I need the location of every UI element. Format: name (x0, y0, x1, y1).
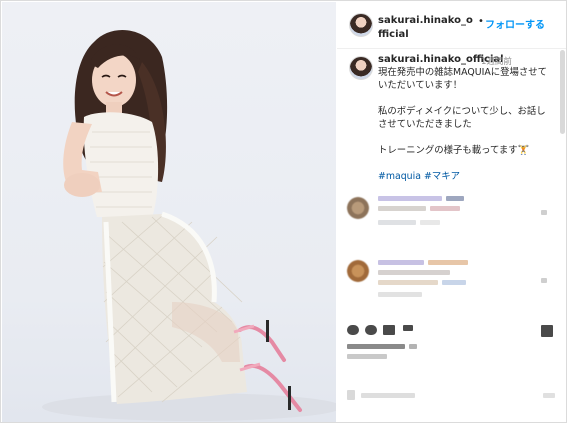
caption-text: 現在発売中の雑誌MAQUIAに登場させていただいています！ 私のボディメイクにつ… (378, 66, 550, 170)
caption-line-1: 現在発売中の雑誌MAQUIAに登場させていただいています！ (378, 67, 548, 91)
profile-avatar[interactable] (349, 13, 373, 37)
hashtag-link[interactable]: #マキア (424, 171, 460, 182)
post-header: sakurai.hinako_official • フォローする (337, 2, 566, 49)
caption-line-3: トレーニングの様子も載ってます🏋 (378, 145, 530, 156)
photo-illustration (42, 29, 336, 421)
header-separator: • (478, 16, 484, 27)
commenter-avatar (347, 260, 369, 282)
hashtag-link[interactable]: #maquia (378, 171, 421, 182)
blurred-comments (337, 192, 566, 422)
blurred-like-icon (541, 210, 547, 215)
blurred-like-icon (541, 278, 547, 283)
caption-avatar[interactable] (349, 56, 373, 80)
follow-button[interactable]: フォローする (485, 16, 545, 31)
header-username[interactable]: sakurai.hinako_official (378, 14, 476, 42)
caption-hashtags: #maquia #マキア (378, 168, 460, 182)
instagram-post-embed: sakurai.hinako_official • フォローする sakurai… (0, 0, 567, 423)
caption-line-2: 私のボディメイクについて少し、お話しさせていただきました (378, 106, 546, 130)
post-photo[interactable] (2, 2, 336, 422)
caption-scrollbar[interactable] (560, 50, 565, 134)
commenter-avatar (347, 197, 369, 219)
post-sidebar: sakurai.hinako_official • フォローする sakurai… (337, 2, 566, 422)
